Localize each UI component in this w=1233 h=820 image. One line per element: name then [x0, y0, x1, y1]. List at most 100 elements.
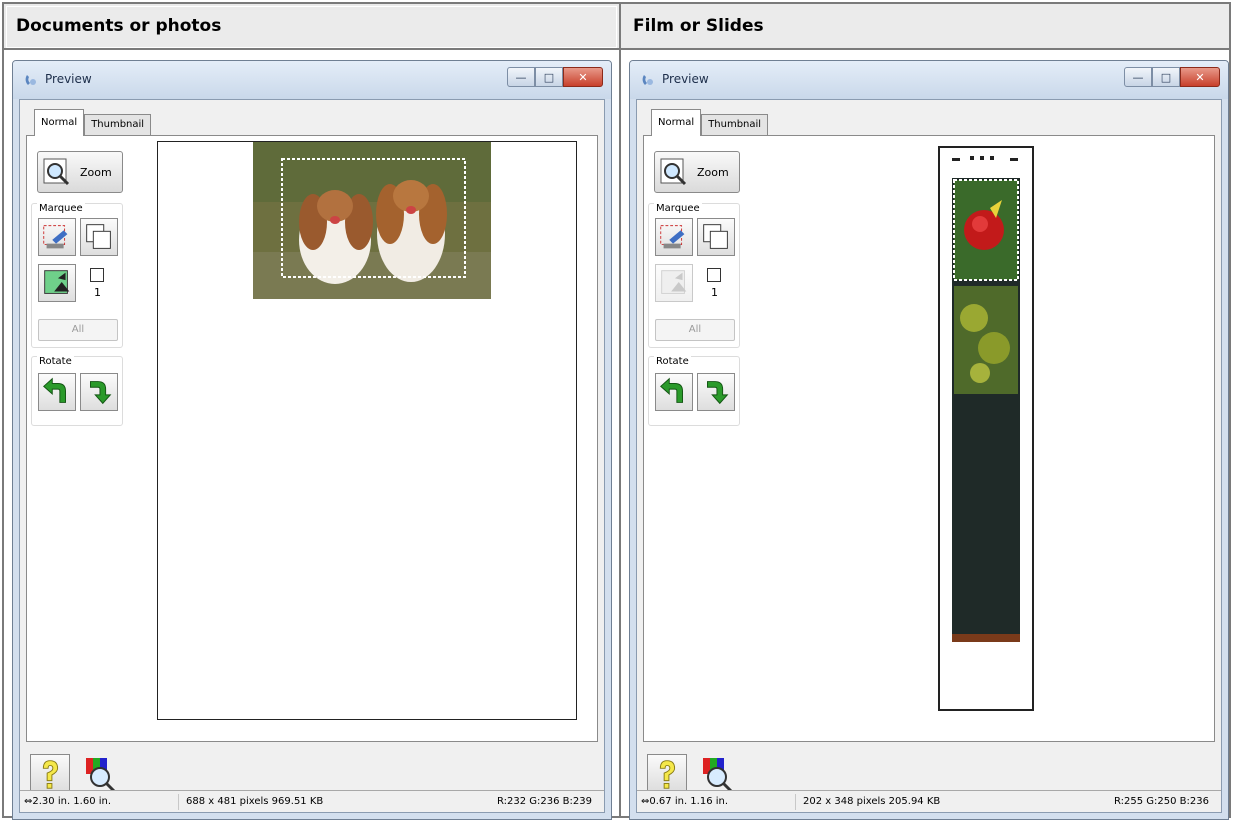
marquee-duplicate-icon: [703, 224, 728, 249]
marquee-create-icon: [43, 225, 68, 249]
minimize-button[interactable]: —: [1124, 67, 1152, 87]
auto-locate-button[interactable]: [655, 264, 693, 302]
status-dimensions-wrap: ⇔2.30 in. 1.60 in.: [24, 791, 111, 813]
column-header: Film or Slides: [621, 4, 1229, 50]
zoom-button[interactable]: Zoom: [654, 151, 740, 193]
rotate-group-label: Rotate: [654, 356, 691, 367]
tab-panel: Zoom Marquee 1 All Rotate: [26, 135, 598, 742]
zoom-button[interactable]: Zoom: [37, 151, 123, 193]
preview-window: Preview — □ ✕ Normal Thumbnail Zoom Marq…: [629, 60, 1229, 820]
tab-panel: Zoom Marquee 1 All Rotate: [643, 135, 1215, 742]
zoom-magnifier-icon: [43, 158, 70, 186]
window-controls: — □ ✕: [507, 67, 603, 87]
tab-thumbnail[interactable]: Thumbnail: [84, 114, 152, 136]
column-header: Documents or photos: [4, 4, 619, 50]
marquee-count-box: [90, 268, 104, 282]
select-all-button[interactable]: All: [38, 319, 118, 341]
auto-locate-icon: [44, 270, 70, 294]
status-color: R:255 G:250 B:236: [1114, 796, 1209, 807]
dogs-photo-image: [253, 142, 491, 299]
window-title: Preview: [45, 72, 92, 86]
close-icon: ✕: [1195, 70, 1205, 84]
documents-column: Documents or photos Preview — □ ✕ Normal…: [4, 4, 619, 820]
window-title: Preview: [662, 72, 709, 86]
marquee-duplicate-icon: [86, 224, 111, 249]
maximize-icon: □: [1160, 70, 1172, 84]
rotate-left-button[interactable]: [38, 373, 76, 411]
status-bar: ⇔2.30 in. 1.60 in. 688 x 481 pixels 969.…: [20, 790, 604, 812]
preview-app-icon: [642, 75, 653, 85]
status-pixels: 202 x 348 pixels 205.94 KB: [803, 796, 941, 807]
rotate-group: Rotate: [648, 356, 740, 426]
duplicate-marquee-button[interactable]: [80, 218, 118, 256]
zoom-label: Zoom: [80, 165, 112, 179]
window-client: Normal Thumbnail Zoom Marquee 1 All Rota…: [19, 99, 605, 813]
marquee-group-label: Marquee: [37, 203, 85, 214]
create-marquee-button[interactable]: [38, 218, 76, 256]
preview-photo: [253, 142, 491, 299]
film-column: Film or Slides Preview — □ ✕ Normal Thum…: [621, 4, 1229, 820]
help-button[interactable]: [647, 754, 687, 794]
zoom-magnifier-icon: [660, 158, 687, 186]
color-palette-icon: [86, 758, 116, 793]
close-button[interactable]: ✕: [1180, 67, 1220, 87]
tab-thumbnail[interactable]: Thumbnail: [701, 114, 769, 136]
window-client: Normal Thumbnail Zoom Marquee 1 All Rota…: [636, 99, 1222, 813]
maximize-icon: □: [543, 70, 555, 84]
rotate-right-icon: [90, 381, 112, 405]
tab-normal[interactable]: Normal: [651, 109, 702, 136]
maximize-button[interactable]: □: [1152, 67, 1180, 87]
preview-app-icon: [25, 75, 36, 85]
rotate-left-button[interactable]: [655, 373, 693, 411]
title-bar: Preview — □ ✕: [630, 61, 1228, 99]
preview-canvas[interactable]: [157, 141, 577, 720]
minimize-button[interactable]: —: [507, 67, 535, 87]
preview-window: Preview — □ ✕ Normal Thumbnail Zoom Marq…: [12, 60, 612, 820]
marquee-create-icon: [660, 225, 685, 249]
color-palette-button[interactable]: [80, 754, 120, 794]
tab-strip: Normal Thumbnail: [34, 108, 152, 136]
status-dimensions: 0.67 in. 1.16 in.: [649, 796, 729, 807]
status-pixels: 688 x 481 pixels 969.51 KB: [186, 796, 324, 807]
marquee-count: 1: [94, 286, 101, 299]
auto-locate-icon: [661, 270, 687, 294]
rotate-left-icon: [43, 377, 66, 403]
status-separator: [795, 794, 796, 810]
marquee-count: 1: [711, 286, 718, 299]
rotate-group: Rotate: [31, 356, 123, 426]
status-dimensions-wrap: ⇔0.67 in. 1.16 in.: [641, 791, 728, 813]
status-dimensions: 2.30 in. 1.60 in.: [32, 796, 112, 807]
close-icon: ✕: [578, 70, 588, 84]
marquee-group: Marquee 1 All: [648, 203, 740, 348]
marquee-group-label: Marquee: [654, 203, 702, 214]
rotate-right-icon: [707, 381, 729, 405]
title-bar: Preview — □ ✕: [13, 61, 611, 99]
color-palette-button[interactable]: [697, 754, 737, 794]
zoom-label: Zoom: [697, 165, 729, 179]
help-icon: [659, 760, 676, 789]
rotate-left-icon: [660, 377, 683, 403]
tab-normal[interactable]: Normal: [34, 109, 85, 136]
color-palette-icon: [703, 758, 733, 793]
status-separator: [178, 794, 179, 810]
rotate-right-button[interactable]: [80, 373, 118, 411]
maximize-button[interactable]: □: [535, 67, 563, 87]
status-bar: ⇔0.67 in. 1.16 in. 202 x 348 pixels 205.…: [637, 790, 1221, 812]
comparison-table: Documents or photos Preview — □ ✕ Normal…: [2, 2, 1231, 820]
create-marquee-button[interactable]: [655, 218, 693, 256]
select-all-button[interactable]: All: [655, 319, 735, 341]
marquee-group: Marquee 1 All: [31, 203, 123, 348]
tab-strip: Normal Thumbnail: [651, 108, 769, 136]
status-color: R:232 G:236 B:239: [497, 796, 592, 807]
rotate-right-button[interactable]: [697, 373, 735, 411]
minimize-icon: —: [515, 70, 527, 84]
duplicate-marquee-button[interactable]: [697, 218, 735, 256]
film-strip-canvas[interactable]: [938, 146, 1034, 711]
close-button[interactable]: ✕: [563, 67, 603, 87]
film-strip-image: [940, 148, 1032, 709]
marquee-count-box: [707, 268, 721, 282]
minimize-icon: —: [1132, 70, 1144, 84]
help-icon: [42, 760, 59, 789]
auto-locate-button[interactable]: [38, 264, 76, 302]
help-button[interactable]: [30, 754, 70, 794]
